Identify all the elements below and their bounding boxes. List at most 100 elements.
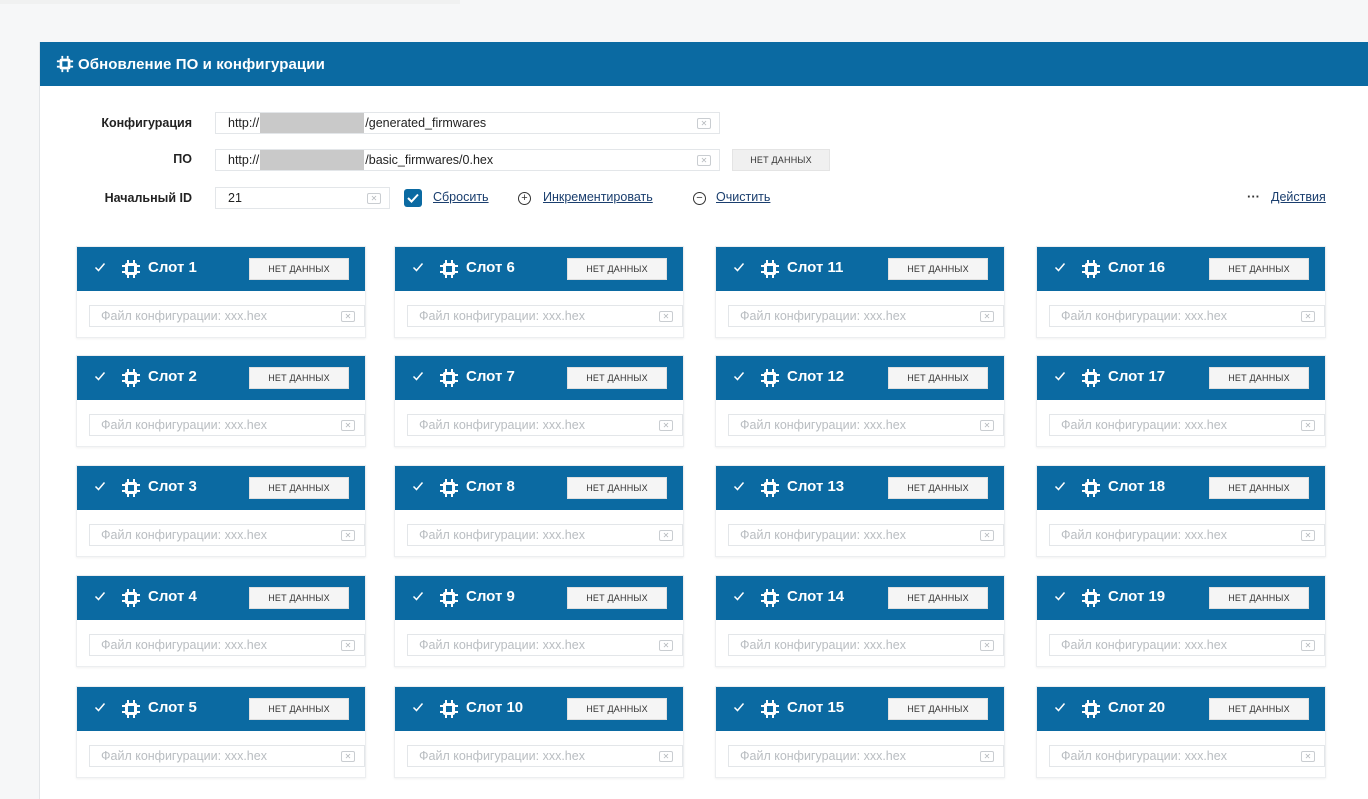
- slot-config-file-field[interactable]: Файл конфигурации: xxx.hex ✕: [1049, 305, 1325, 327]
- slot-status-button[interactable]: НЕТ ДАННЫХ: [249, 367, 349, 389]
- slot-status-button[interactable]: НЕТ ДАННЫХ: [249, 477, 349, 499]
- clear-icon[interactable]: ✕: [659, 311, 673, 322]
- slot-config-file-field[interactable]: Файл конфигурации: xxx.hex ✕: [407, 305, 683, 327]
- check-icon[interactable]: [733, 590, 745, 602]
- slot-config-file-field[interactable]: Файл конфигурации: xxx.hex ✕: [407, 414, 683, 436]
- clear-link[interactable]: Очистить: [716, 190, 770, 204]
- clear-icon[interactable]: ✕: [341, 640, 355, 651]
- slot-status-button[interactable]: НЕТ ДАННЫХ: [888, 367, 988, 389]
- clear-icon[interactable]: ✕: [659, 640, 673, 651]
- slot-status-button[interactable]: НЕТ ДАННЫХ: [1209, 258, 1309, 280]
- slot-status-button[interactable]: НЕТ ДАННЫХ: [888, 258, 988, 280]
- slot-status-button[interactable]: НЕТ ДАННЫХ: [1209, 698, 1309, 720]
- slot-config-file-field[interactable]: Файл конфигурации: xxx.hex ✕: [407, 524, 683, 546]
- clear-icon[interactable]: ✕: [697, 155, 711, 166]
- slot-config-file-field[interactable]: Файл конфигурации: xxx.hex ✕: [728, 414, 1004, 436]
- clear-icon[interactable]: ✕: [341, 751, 355, 762]
- reset-checkbox[interactable]: [404, 189, 422, 207]
- check-icon[interactable]: [733, 370, 745, 382]
- firmware-status-button[interactable]: НЕТ ДАННЫХ: [732, 149, 830, 171]
- check-icon[interactable]: [94, 370, 106, 382]
- clear-icon[interactable]: ✕: [367, 193, 381, 204]
- clear-icon[interactable]: ✕: [980, 640, 994, 651]
- clear-icon[interactable]: ✕: [980, 751, 994, 762]
- slot-status-button[interactable]: НЕТ ДАННЫХ: [249, 698, 349, 720]
- check-icon[interactable]: [1054, 480, 1066, 492]
- start-id-field[interactable]: 21 ✕: [215, 187, 390, 209]
- clear-icon[interactable]: ✕: [1301, 311, 1315, 322]
- slot-status-button[interactable]: НЕТ ДАННЫХ: [1209, 367, 1309, 389]
- slot-title: Слот 11: [787, 259, 844, 276]
- config-url-field[interactable]: http:// /generated_firmwares ✕: [215, 112, 720, 134]
- slot-title: Слот 2: [148, 368, 197, 385]
- slot-config-placeholder: Файл конфигурации: xxx.hex: [1061, 309, 1227, 323]
- clear-icon[interactable]: ✕: [341, 530, 355, 541]
- check-icon[interactable]: [412, 370, 424, 382]
- check-icon[interactable]: [412, 261, 424, 273]
- check-icon[interactable]: [94, 590, 106, 602]
- slot-status-button[interactable]: НЕТ ДАННЫХ: [567, 698, 667, 720]
- clear-icon[interactable]: ✕: [341, 420, 355, 431]
- actions-link[interactable]: Действия: [1271, 190, 1326, 204]
- check-icon[interactable]: [1054, 370, 1066, 382]
- check-icon[interactable]: [733, 701, 745, 713]
- slot-card: Слот 10 НЕТ ДАННЫХ Файл конфигурации: xxx.…: [394, 686, 684, 778]
- slot-status-button[interactable]: НЕТ ДАННЫХ: [249, 258, 349, 280]
- slot-status-button[interactable]: НЕТ ДАННЫХ: [888, 477, 988, 499]
- slot-status-button[interactable]: НЕТ ДАННЫХ: [888, 698, 988, 720]
- firmware-url-field[interactable]: http:// /basic_firmwares/0.hex ✕: [215, 149, 720, 171]
- clear-icon[interactable]: ✕: [1301, 640, 1315, 651]
- slot-config-file-field[interactable]: Файл конфигурации: xxx.hex ✕: [89, 745, 365, 767]
- check-icon[interactable]: [94, 261, 106, 273]
- check-icon[interactable]: [1054, 590, 1066, 602]
- slot-config-file-field[interactable]: Файл конфигурации: xxx.hex ✕: [89, 634, 365, 656]
- slot-status-button[interactable]: НЕТ ДАННЫХ: [567, 258, 667, 280]
- slot-config-file-field[interactable]: Файл конфигурации: xxx.hex ✕: [89, 524, 365, 546]
- slot-status-button[interactable]: НЕТ ДАННЫХ: [1209, 477, 1309, 499]
- clear-icon[interactable]: ✕: [659, 420, 673, 431]
- clear-icon[interactable]: ✕: [659, 530, 673, 541]
- slot-config-file-field[interactable]: Файл конфигурации: xxx.hex ✕: [1049, 414, 1325, 436]
- check-icon[interactable]: [1054, 701, 1066, 713]
- slot-config-file-field[interactable]: Файл конфигурации: xxx.hex ✕: [407, 634, 683, 656]
- clear-icon[interactable]: ✕: [697, 118, 711, 129]
- check-icon[interactable]: [94, 480, 106, 492]
- slot-config-file-field[interactable]: Файл конфигурации: xxx.hex ✕: [89, 305, 365, 327]
- clear-icon[interactable]: ✕: [980, 311, 994, 322]
- clear-icon[interactable]: ✕: [1301, 420, 1315, 431]
- clear-icon[interactable]: ✕: [1301, 751, 1315, 762]
- clear-icon[interactable]: ✕: [980, 420, 994, 431]
- increment-link[interactable]: Инкрементировать: [543, 190, 653, 204]
- slot-config-file-field[interactable]: Файл конфигурации: xxx.hex ✕: [1049, 745, 1325, 767]
- clear-icon[interactable]: ✕: [980, 530, 994, 541]
- chip-icon: [761, 260, 779, 278]
- slot-config-file-field[interactable]: Файл конфигурации: xxx.hex ✕: [407, 745, 683, 767]
- slot-config-file-field[interactable]: Файл конфигурации: xxx.hex ✕: [728, 305, 1004, 327]
- slot-config-file-field[interactable]: Файл конфигурации: xxx.hex ✕: [728, 524, 1004, 546]
- slot-config-file-field[interactable]: Файл конфигурации: xxx.hex ✕: [89, 414, 365, 436]
- slot-config-file-field[interactable]: Файл конфигурации: xxx.hex ✕: [1049, 634, 1325, 656]
- slot-status-button[interactable]: НЕТ ДАННЫХ: [567, 587, 667, 609]
- slot-status-button[interactable]: НЕТ ДАННЫХ: [888, 587, 988, 609]
- slot-config-file-field[interactable]: Файл конфигурации: xxx.hex ✕: [728, 634, 1004, 656]
- check-icon[interactable]: [412, 480, 424, 492]
- slot-header: Слот 14 НЕТ ДАННЫХ: [716, 576, 1004, 620]
- slot-config-file-field[interactable]: Файл конфигурации: xxx.hex ✕: [1049, 524, 1325, 546]
- check-icon[interactable]: [733, 480, 745, 492]
- check-icon[interactable]: [412, 590, 424, 602]
- slot-config-file-field[interactable]: Файл конфигурации: xxx.hex ✕: [728, 745, 1004, 767]
- check-icon[interactable]: [412, 701, 424, 713]
- redacted-host: [260, 150, 365, 170]
- slot-status-button[interactable]: НЕТ ДАННЫХ: [1209, 587, 1309, 609]
- clear-icon[interactable]: ✕: [1301, 530, 1315, 541]
- check-icon[interactable]: [733, 261, 745, 273]
- slot-status-button[interactable]: НЕТ ДАННЫХ: [567, 477, 667, 499]
- slot-card: Слот 6 НЕТ ДАННЫХ Файл конфигурации: xxx.h…: [394, 246, 684, 338]
- slot-status-button[interactable]: НЕТ ДАННЫХ: [249, 587, 349, 609]
- reset-link[interactable]: Сбросить: [433, 190, 489, 204]
- clear-icon[interactable]: ✕: [659, 751, 673, 762]
- clear-icon[interactable]: ✕: [341, 311, 355, 322]
- check-icon[interactable]: [94, 701, 106, 713]
- check-icon[interactable]: [1054, 261, 1066, 273]
- slot-status-button[interactable]: НЕТ ДАННЫХ: [567, 367, 667, 389]
